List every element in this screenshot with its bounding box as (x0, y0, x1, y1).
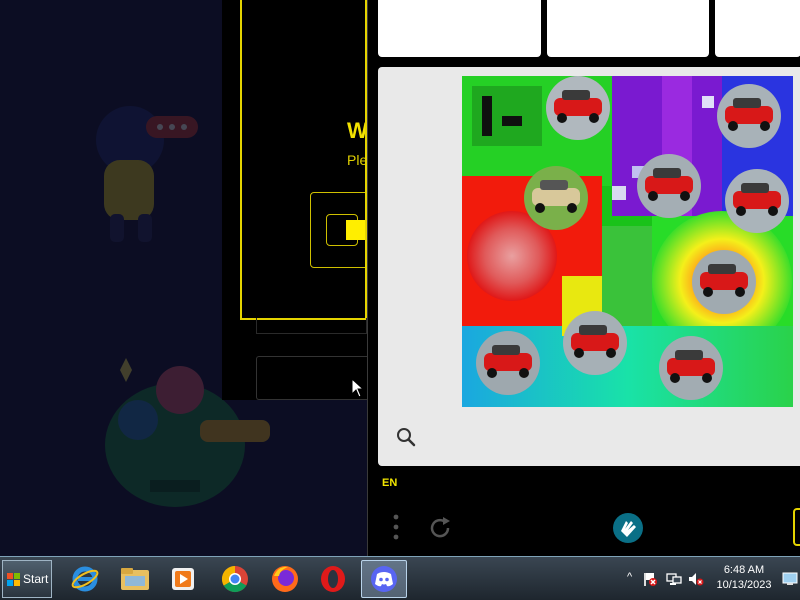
clock-date: 10/13/2023 (716, 579, 772, 591)
challenge-image[interactable] (462, 76, 793, 407)
background-modal-box: W Ple (240, 0, 367, 320)
car-photo[interactable] (476, 331, 540, 395)
internet-explorer-icon (71, 566, 99, 592)
firefox-icon (272, 566, 298, 592)
refresh-icon[interactable] (426, 514, 454, 542)
action-center-flag-icon[interactable] (642, 571, 658, 587)
start-label: Start (23, 572, 49, 586)
mouse-cursor-icon (351, 378, 365, 398)
desktop-screen: W Ple EN Start ^ 6:48 AM 10/13/2023 (0, 0, 800, 600)
zoom-button[interactable] (394, 425, 418, 449)
car-photo[interactable] (563, 311, 627, 375)
firefox-button[interactable] (262, 560, 308, 598)
network-icon[interactable] (666, 571, 682, 587)
discord-button[interactable] (361, 560, 407, 598)
car-photo[interactable] (659, 336, 723, 400)
file-explorer-button[interactable] (112, 560, 158, 598)
car-photo[interactable] (546, 76, 610, 140)
car-photo[interactable] (725, 169, 789, 233)
example-tile (715, 0, 800, 57)
system-tray: ^ 6:48 AM 10/13/2023 (620, 557, 800, 600)
checkbox-fill (346, 220, 365, 240)
noise-canvas (462, 76, 793, 407)
windows-flag-icon (7, 572, 20, 586)
chrome-icon (221, 565, 248, 593)
show-desktop-icon[interactable] (782, 571, 798, 587)
show-hidden-icons[interactable]: ^ (627, 571, 632, 583)
volume-muted-icon[interactable] (688, 571, 704, 587)
captcha-challenge: EN (367, 0, 800, 556)
background-website: W Ple (0, 0, 367, 556)
hand-logo-icon (613, 513, 643, 543)
modal-subtitle: Ple (347, 152, 367, 168)
discord-icon (371, 566, 397, 592)
car-photo[interactable] (637, 154, 701, 218)
opera-button[interactable] (310, 560, 356, 598)
clock-time: 6:48 AM (723, 564, 765, 576)
internet-explorer-button[interactable] (62, 560, 108, 598)
taskbar: Start ^ 6:48 AM 10/13/2023 (0, 556, 800, 600)
modal-title: W (347, 118, 367, 143)
example-tile (378, 0, 541, 57)
challenge-card (378, 67, 800, 466)
chrome-button[interactable] (212, 560, 258, 598)
example-tile (547, 0, 709, 57)
language-selector[interactable]: EN (382, 477, 397, 489)
media-player-icon (172, 568, 194, 590)
opera-icon (321, 566, 345, 592)
form-field[interactable] (256, 318, 367, 334)
submit-button[interactable] (793, 508, 800, 546)
car-photo[interactable] (717, 84, 781, 148)
clock[interactable]: 6:48 AM 10/13/2023 (712, 563, 776, 593)
file-explorer-icon (121, 568, 149, 590)
menu-dots-icon[interactable] (388, 512, 404, 542)
car-photo[interactable] (692, 250, 756, 314)
car-photo[interactable] (524, 166, 588, 230)
media-player-button[interactable] (160, 560, 206, 598)
start-button[interactable]: Start (2, 560, 52, 598)
